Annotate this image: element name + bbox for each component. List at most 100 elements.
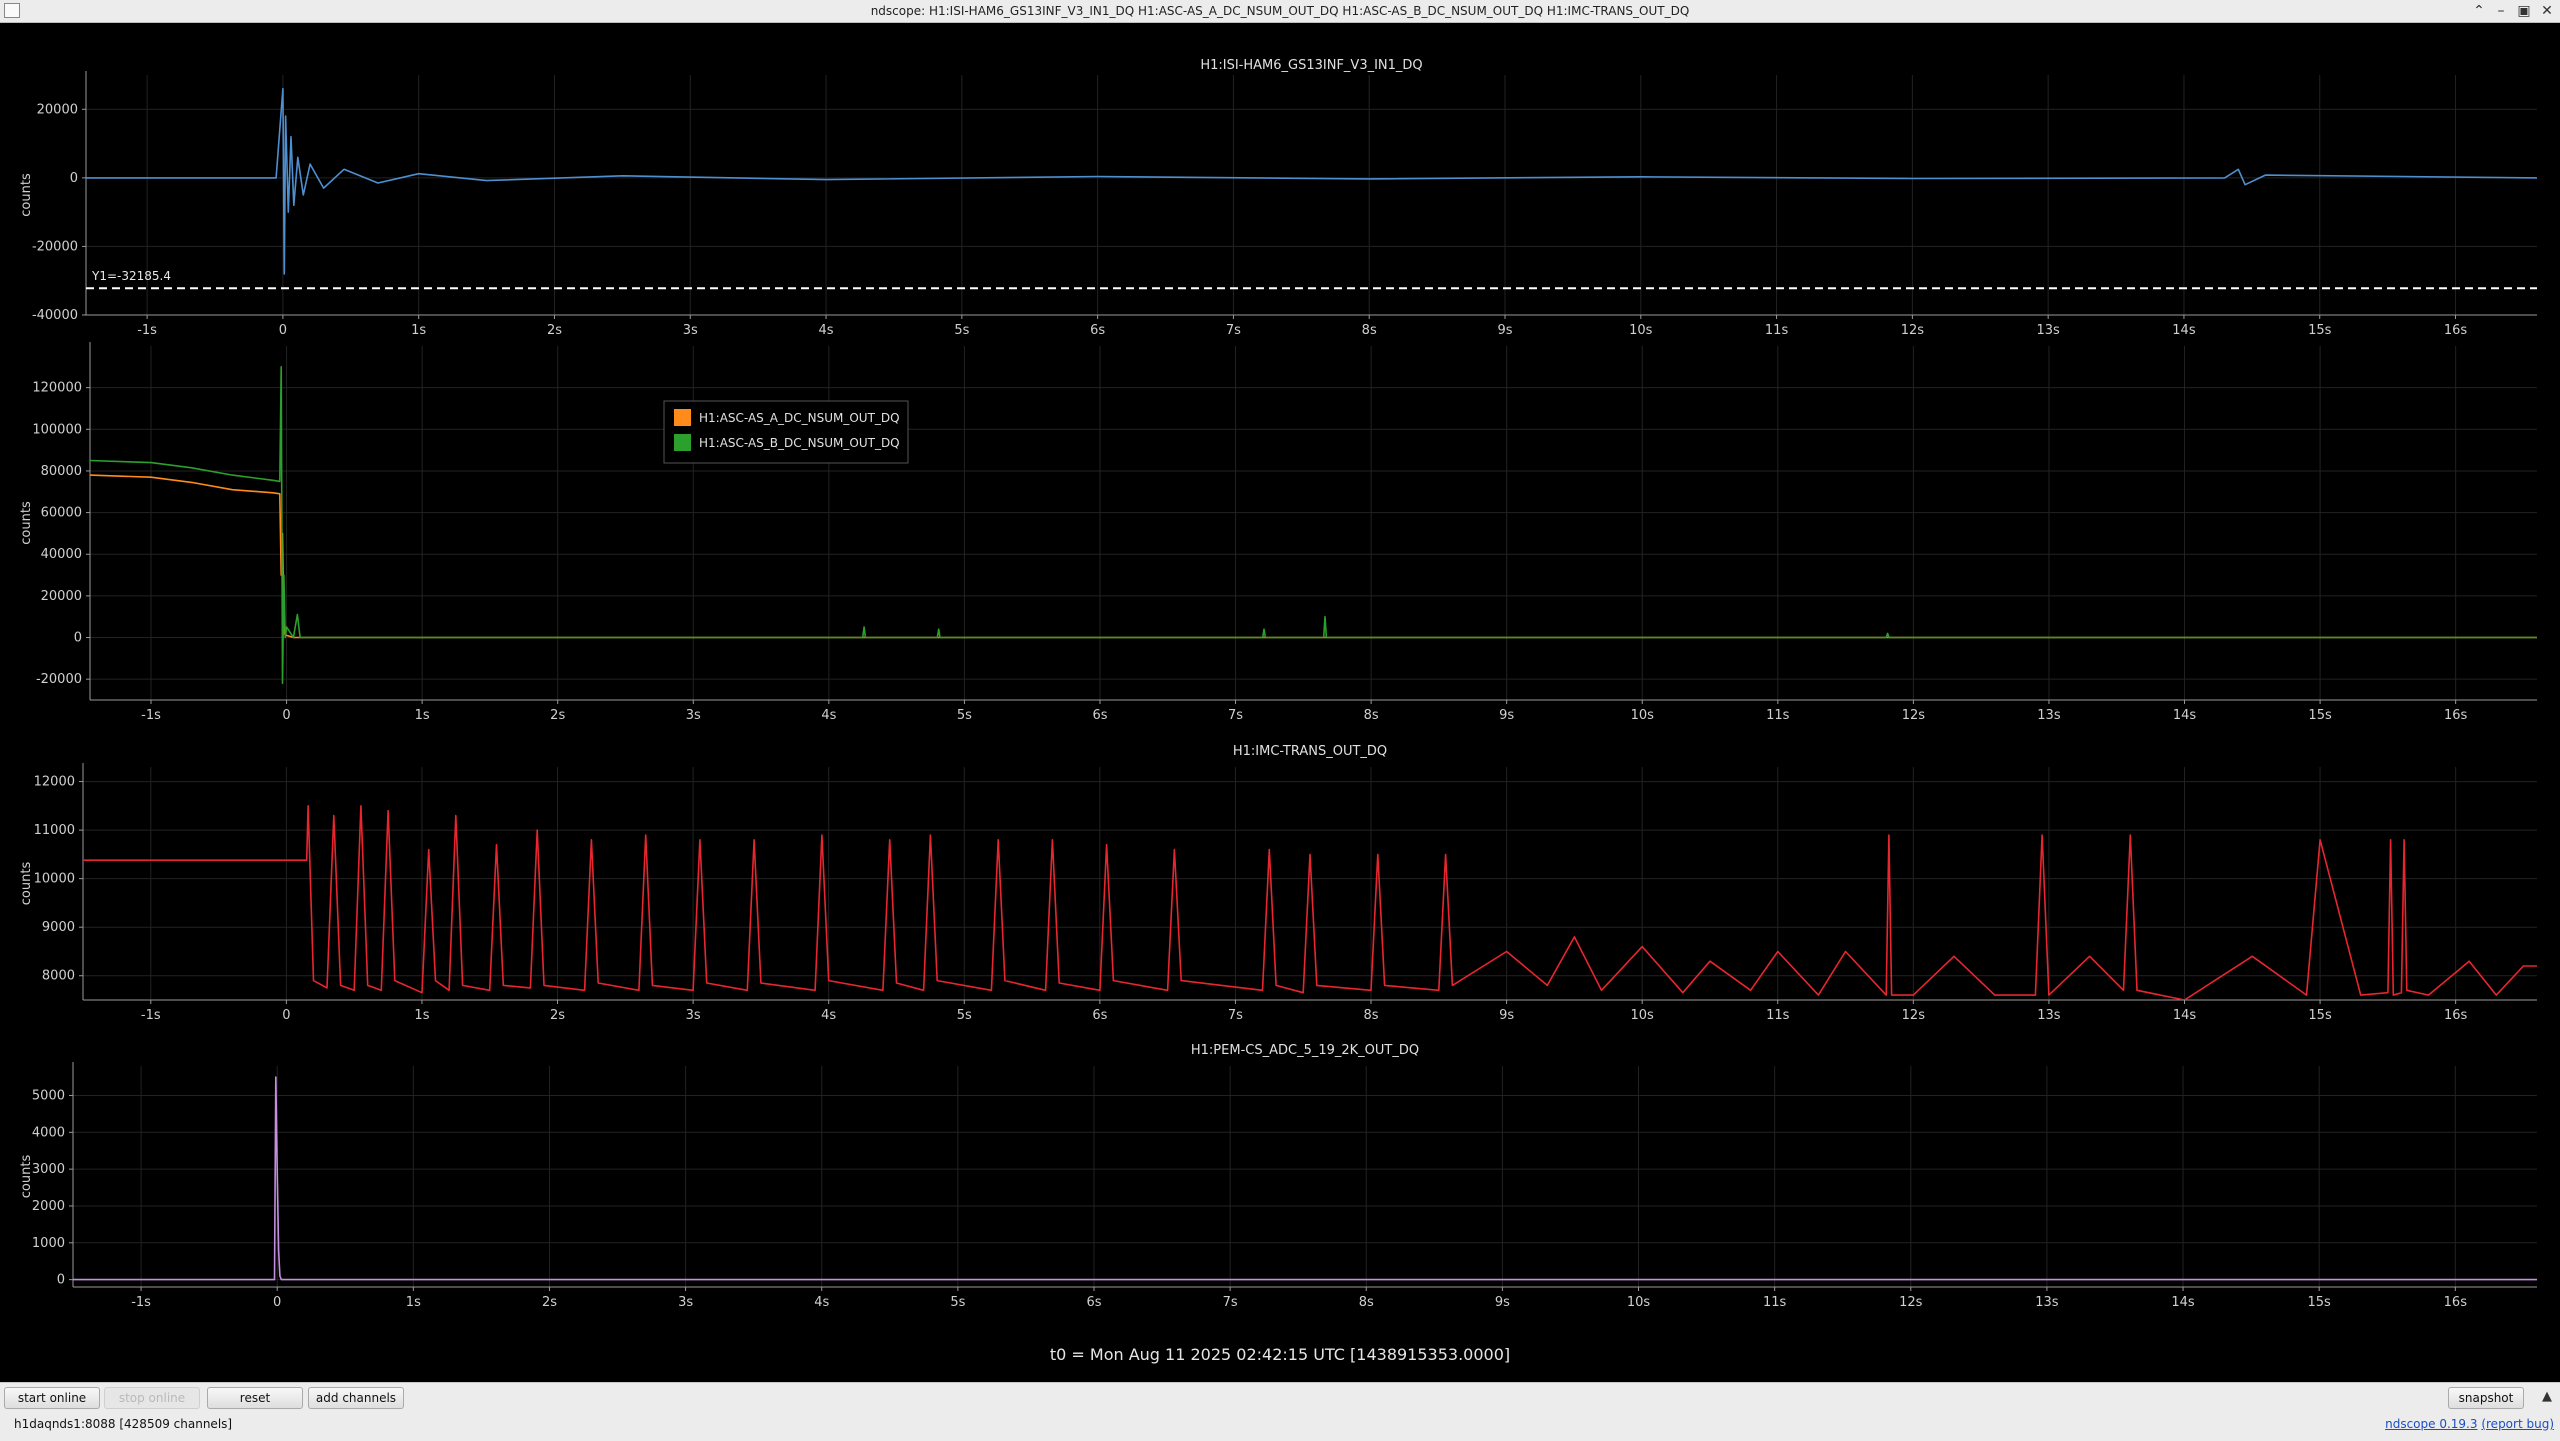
y-tick-label: 40000	[41, 547, 82, 562]
x-tick-label: 12s	[1902, 708, 1926, 723]
maximize-up-icon[interactable]: ⌃	[2468, 0, 2490, 22]
x-tick-label: 12s	[1902, 1008, 1926, 1023]
x-tick-label: 13s	[2035, 1295, 2059, 1310]
y-tick-label: 2000	[32, 1199, 65, 1214]
report-bug-link[interactable]: (report bug)	[2481, 1417, 2554, 1431]
x-tick-label: 2s	[550, 1008, 565, 1023]
y-tick-label: 5000	[32, 1088, 65, 1103]
x-tick-label: 1s	[414, 1008, 429, 1023]
x-tick-label: 13s	[2037, 1008, 2061, 1023]
chart-panel-2[interactable]: -1s 0 1s 2s 3s 4s 5s 6s 7s 8s 9s 10s 11s 12s 13s 14s 15s…	[19, 342, 2537, 723]
x-tick-label: 11s	[1765, 323, 1789, 338]
x-tick-label: 5s	[950, 1295, 965, 1310]
plot-title: H1:IMC-TRANS_OUT_DQ	[1233, 744, 1387, 759]
server-status: h1daqnds1:8088 [428509 channels]	[14, 1417, 232, 1431]
snapshot-button[interactable]: snapshot	[2448, 1387, 2524, 1409]
x-tick-label: 3s	[686, 1008, 701, 1023]
x-tick-label: 15s	[2308, 708, 2332, 723]
t0-label: t0 = Mon Aug 11 2025 02:42:15 UTC [14389…	[1050, 1345, 1510, 1364]
x-tick-label: 15s	[2308, 1295, 2332, 1310]
x-tick-label: 4s	[814, 1295, 829, 1310]
y-tick-label: 4000	[32, 1125, 65, 1140]
x-tick-label: 8s	[1364, 708, 1379, 723]
x-tick-label: 1s	[411, 323, 426, 338]
collapse-arrow-icon[interactable]: ▲	[2542, 1389, 2552, 1404]
x-tick-label: -1s	[137, 323, 157, 338]
y-tick-label: 0	[70, 171, 78, 186]
x-tick-label: 0	[282, 1008, 290, 1023]
chart-panel-4[interactable]: -1s 0 1s 2s 3s 4s 5s 6s 7s 8s 9s 10s 11s 12s 13s 14s 15s…	[19, 1043, 2537, 1310]
close-icon[interactable]: ✕	[2536, 0, 2558, 22]
start-online-button[interactable]: start online	[4, 1387, 100, 1409]
y-tick-label: 120000	[32, 381, 82, 396]
x-tick-label: -1s	[141, 1008, 161, 1023]
x-tick-label: 3s	[683, 323, 698, 338]
x-tick-label: 13s	[2036, 323, 2060, 338]
y-tick-label: 20000	[41, 589, 82, 604]
y-tick-label: -20000	[36, 672, 82, 687]
x-tick-label: 0	[279, 323, 287, 338]
plot-title: H1:PEM-CS_ADC_5_19_2K_OUT_DQ	[1191, 1043, 1419, 1058]
x-tick-label: 14s	[2172, 323, 2196, 338]
chart-panel-1[interactable]: -1s 0 1s 2s 3s 4s 5s 6s 7s 8s 9s 10s 11s 12s 13s 14s 15s…	[19, 58, 2537, 338]
x-tick-label: 3s	[686, 708, 701, 723]
minimize-icon[interactable]: –	[2490, 0, 2512, 22]
series-line-4-1	[73, 1076, 2537, 1281]
plot-title: H1:ISI-HAM6_GS13INF_V3_IN1_DQ	[1200, 58, 1422, 73]
y-axis-label: counts	[19, 862, 34, 906]
restore-icon[interactable]: ▣	[2513, 0, 2535, 22]
y-axis-label: counts	[19, 1155, 34, 1199]
y-tick-label: 80000	[41, 464, 82, 479]
x-tick-label: 4s	[819, 323, 834, 338]
x-tick-label: 11s	[1763, 1295, 1787, 1310]
x-tick-label: 8s	[1359, 1295, 1374, 1310]
x-tick-label: 13s	[2037, 708, 2061, 723]
legend-label: H1:ASC-AS_B_DC_NSUM_OUT_DQ	[699, 436, 900, 450]
x-tick-label: 0	[273, 1295, 281, 1310]
y-tick-label: 1000	[32, 1236, 65, 1251]
x-tick-label: 6s	[1086, 1295, 1101, 1310]
x-tick-label: 16s	[2444, 708, 2468, 723]
x-tick-label: 4s	[821, 1008, 836, 1023]
x-tick-label: 10s	[1627, 1295, 1651, 1310]
x-tick-label: 16s	[2444, 323, 2468, 338]
y-tick-label: -20000	[32, 239, 78, 254]
x-tick-label: 15s	[2308, 1008, 2332, 1023]
x-tick-label: 5s	[957, 708, 972, 723]
x-tick-label: 8s	[1363, 1008, 1378, 1023]
plot-area[interactable]: t0 = Mon Aug 11 2025 02:42:15 UTC [14389…	[0, 23, 2560, 1381]
x-tick-label: 14s	[2171, 1295, 2195, 1310]
legend-swatch	[674, 409, 691, 426]
x-tick-label: 12s	[1899, 1295, 1923, 1310]
add-channels-button[interactable]: add channels	[308, 1387, 404, 1409]
version-link[interactable]: ndscope 0.19.3	[2385, 1417, 2477, 1431]
x-tick-label: 8s	[1362, 323, 1377, 338]
legend[interactable]: H1:ASC-AS_A_DC_NSUM_OUT_DQ H1:ASC-AS_B_DC…	[663, 400, 909, 464]
version-status: ndscope 0.19.3 (report bug)	[2385, 1417, 2554, 1431]
series-line-2-2	[90, 365, 2537, 685]
x-tick-label: 6s	[1092, 708, 1107, 723]
x-tick-label: 14s	[2173, 1008, 2197, 1023]
x-tick-label: 9s	[1497, 323, 1512, 338]
x-tick-label: 16s	[2444, 1008, 2468, 1023]
x-tick-label: 9s	[1495, 1295, 1510, 1310]
x-tick-label: 6s	[1092, 1008, 1107, 1023]
x-tick-label: 1s	[415, 708, 430, 723]
y-tick-label: 8000	[42, 969, 75, 984]
x-tick-label: 2s	[547, 323, 562, 338]
y-tick-label: -40000	[32, 308, 78, 323]
x-tick-label: 15s	[2308, 323, 2332, 338]
window-title: ndscope: H1:ISI-HAM6_GS13INF_V3_IN1_DQ H…	[870, 4, 1690, 18]
x-tick-label: 12s	[1901, 323, 1925, 338]
reset-button[interactable]: reset	[207, 1387, 303, 1409]
x-tick-label: 10s	[1631, 708, 1655, 723]
x-tick-label: 4s	[821, 708, 836, 723]
chart-panel-3[interactable]: -1s 0 1s 2s 3s 4s 5s 6s 7s 8s 9s 10s 11s 12s 13s 14s 15s…	[19, 744, 2537, 1023]
x-tick-label: 2s	[542, 1295, 557, 1310]
x-tick-label: -1s	[141, 708, 161, 723]
x-tick-label: 3s	[678, 1295, 693, 1310]
series-line-2-1	[90, 474, 2537, 639]
x-tick-label: 7s	[1228, 708, 1243, 723]
x-tick-label: 7s	[1226, 323, 1241, 338]
y-tick-label: 11000	[34, 823, 75, 838]
